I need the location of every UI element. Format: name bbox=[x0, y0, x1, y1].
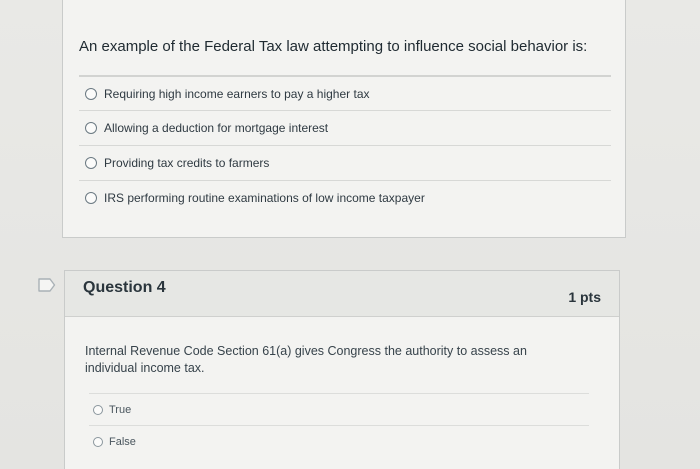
question-text: Internal Revenue Code Section 61(a) give… bbox=[85, 344, 527, 375]
answer-label: Requiring high income earners to pay a h… bbox=[104, 86, 370, 101]
radio-button[interactable] bbox=[93, 404, 103, 415]
answer-label: IRS performing routine examinations of l… bbox=[104, 191, 425, 205]
question-3-card: An example of the Federal Tax law attemp… bbox=[62, 0, 626, 238]
answer-label: Providing tax credits to farmers bbox=[104, 156, 270, 170]
radio-button[interactable] bbox=[85, 122, 97, 134]
question-text: An example of the Federal Tax law attemp… bbox=[79, 38, 588, 55]
answer-option[interactable]: Providing tax credits to farmers bbox=[79, 145, 611, 180]
radio-button[interactable] bbox=[93, 436, 103, 447]
question-points: 1 pts bbox=[568, 289, 601, 305]
answer-option[interactable]: Allowing a deduction for mortgage intere… bbox=[79, 110, 611, 145]
answer-option-true[interactable]: True bbox=[89, 393, 589, 425]
answer-option[interactable]: IRS performing routine examinations of l… bbox=[79, 180, 611, 215]
answer-list: True False bbox=[89, 393, 589, 457]
answer-option[interactable]: Requiring high income earners to pay a h… bbox=[79, 75, 611, 110]
radio-button[interactable] bbox=[85, 157, 97, 169]
flag-question-icon[interactable] bbox=[38, 278, 56, 292]
radio-button[interactable] bbox=[85, 192, 97, 204]
question-title: Question 4 bbox=[83, 279, 166, 296]
answer-label: True bbox=[109, 403, 132, 416]
answer-list: Requiring high income earners to pay a h… bbox=[79, 75, 611, 215]
answer-option-false[interactable]: False bbox=[89, 425, 589, 457]
radio-button[interactable] bbox=[85, 87, 97, 100]
question-header: Question 4 1 pts bbox=[65, 271, 619, 317]
answer-label: False bbox=[109, 435, 136, 448]
answer-label: Allowing a deduction for mortgage intere… bbox=[104, 121, 329, 135]
question-4-card: Question 4 1 pts Internal Revenue Code S… bbox=[64, 270, 620, 469]
